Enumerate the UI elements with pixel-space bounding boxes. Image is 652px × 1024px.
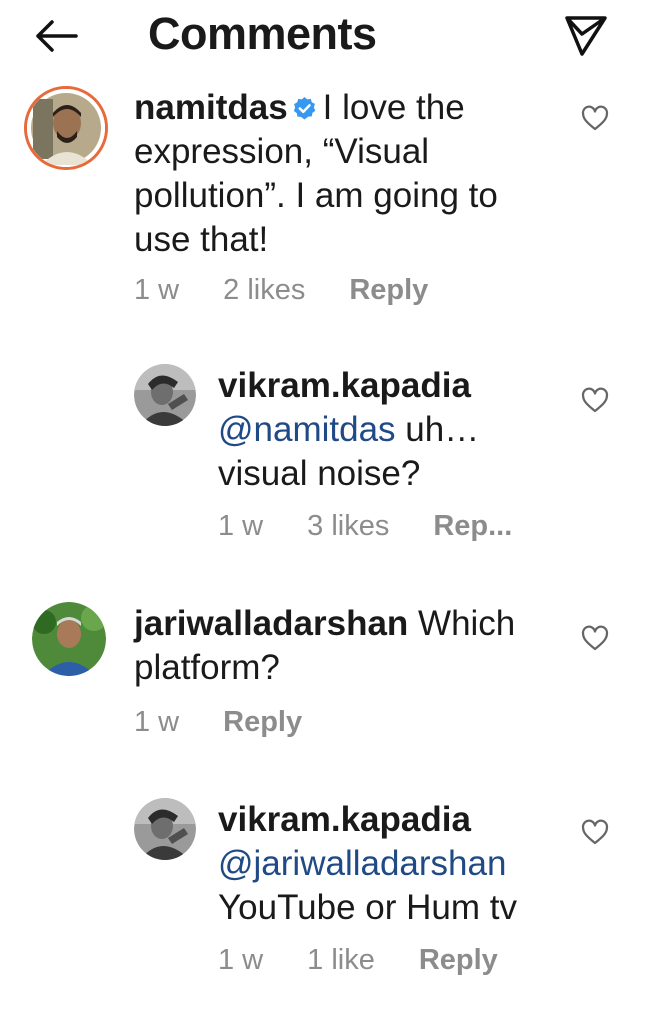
comment-meta: 1 w 1 like Reply — [218, 942, 542, 978]
comment-text: YouTube or Hum tv — [218, 888, 517, 927]
reply-button[interactable]: Reply — [223, 706, 302, 738]
header-bar: Comments — [0, 0, 652, 70]
avatar[interactable] — [134, 364, 196, 426]
likes-count[interactable]: 2 likes — [223, 274, 305, 306]
comment-meta: 1 w Reply — [134, 704, 346, 740]
avatar[interactable] — [24, 86, 108, 170]
heart-icon[interactable] — [580, 624, 610, 654]
comment-time: 1 w — [218, 944, 264, 976]
heart-icon[interactable] — [580, 818, 610, 848]
comment-body: vikram.kapadia @namitdas uh… visual nois… — [218, 364, 548, 496]
comment-item: vikram.kapadia @jariwalladarshan YouTube… — [134, 798, 636, 988]
mention-link[interactable]: @jariwalladarshan — [218, 844, 506, 883]
heart-icon[interactable] — [580, 104, 610, 134]
comment-time: 1 w — [134, 274, 180, 306]
reply-button[interactable]: Reply — [419, 944, 498, 976]
reply-button[interactable]: Rep... — [433, 510, 512, 542]
mention-link[interactable]: @namitdas — [218, 410, 396, 449]
likes-count[interactable]: 3 likes — [307, 510, 389, 542]
verified-badge-icon — [293, 97, 315, 120]
comment-username[interactable]: namitdas — [134, 88, 288, 127]
reply-button[interactable]: Reply — [349, 274, 428, 306]
comment-body: vikram.kapadia @jariwalladarshan YouTube… — [218, 798, 548, 930]
heart-icon[interactable] — [580, 386, 610, 416]
comment-username[interactable]: jariwalladarshan — [134, 604, 408, 643]
likes-count[interactable]: 1 like — [307, 944, 375, 976]
comment-item: jariwalladarshan Which platform? 1 w Repl… — [32, 602, 636, 752]
comment-meta: 1 w 2 likes Reply — [134, 272, 472, 308]
comment-time: 1 w — [134, 706, 180, 738]
comment-meta: 1 w 3 likes Rep... — [218, 508, 556, 544]
page-title: Comments — [148, 8, 377, 59]
send-icon[interactable] — [560, 10, 610, 60]
avatar[interactable] — [32, 602, 106, 676]
avatar[interactable] — [134, 798, 196, 860]
comment-username[interactable]: vikram.kapadia — [218, 800, 471, 839]
comment-item: namitdas I love the expression, “Visual p… — [24, 86, 636, 316]
back-arrow-icon[interactable] — [28, 14, 84, 58]
comment-body: jariwalladarshan Which platform? — [134, 602, 554, 690]
comment-time: 1 w — [218, 510, 264, 542]
comment-item: vikram.kapadia @namitdas uh… visual nois… — [134, 364, 636, 554]
comment-username[interactable]: vikram.kapadia — [218, 366, 471, 405]
comment-body: namitdas I love the expression, “Visual p… — [134, 86, 534, 262]
